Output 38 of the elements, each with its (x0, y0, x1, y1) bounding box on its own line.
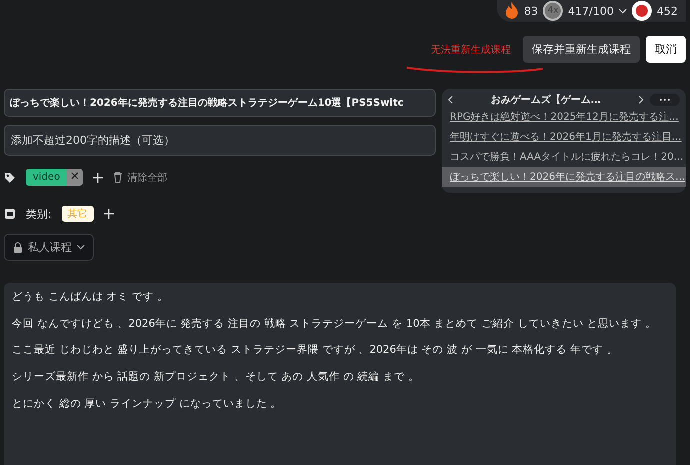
record-icon (632, 1, 652, 21)
title-field[interactable]: ぼっちで楽しい！2026年に発売する注目の戦略ストラテジーゲーム10選【PS5Switc (4, 89, 436, 117)
playlist-title: おみゲームズ【ゲーム… (490, 94, 602, 107)
clear-all-link[interactable]: 清除全部 (127, 170, 168, 184)
streak-count: 83 (524, 4, 538, 18)
category-badge: 其它 (62, 206, 94, 222)
transcript-paragraph: とにかく 総の 厚い ラインナップ になっていました 。 (12, 398, 283, 412)
playlist-item[interactable]: コスパで勝負！AAAタイトルに疲れたらコレ！20… (442, 147, 686, 167)
trash-icon[interactable] (113, 172, 124, 183)
category-icon (4, 208, 16, 220)
chevron-right-icon[interactable] (639, 96, 644, 104)
remove-tag-button[interactable] (67, 169, 84, 186)
playlist-item[interactable]: ぼっちで楽しい！2026年に発売する注目の戦略ス… (442, 167, 686, 187)
cancel-button[interactable]: 取消 (646, 36, 686, 63)
playlist-item[interactable]: 年明けすぐに遊べる！2026年1月に発売する注目… (442, 127, 686, 147)
save-button[interactable]: 保存并重新生成课程 (523, 36, 640, 63)
add-category-icon[interactable] (104, 209, 114, 219)
chevron-down-icon (77, 245, 85, 250)
chevron-down-icon[interactable] (619, 8, 627, 14)
error-message: 无法重新生成课程 (431, 44, 511, 56)
more-icon[interactable] (650, 94, 680, 106)
points-count: 452 (657, 4, 678, 18)
description-field[interactable]: 添加不超过200字的描述（可选） (4, 125, 436, 156)
transcript-paragraph: シリーズ最新作 から 話題の 新プロジェクト 、そして あの 人気作 の 続編 まで 。 (12, 370, 420, 385)
visibility-dropdown[interactable]: 私人课程 (4, 234, 94, 261)
progress-count[interactable]: 417/100 (568, 4, 614, 18)
lock-icon (13, 242, 23, 253)
playlist-item[interactable]: RPG好きは絶対遊べ！2025年12月に発売する注… (442, 107, 686, 127)
close-icon (71, 172, 80, 180)
category-label: 类别: (26, 206, 52, 222)
chevron-left-icon[interactable] (448, 96, 453, 104)
flame-icon (505, 2, 520, 20)
transcript-paragraph: ここ最近 じわじわと 盛り上がってきている ストラテジー界隈 ですが 、2026年は その 波 が 一気に 本格化する 年です 。 (12, 344, 619, 358)
tag-icon (4, 172, 16, 184)
transcript-paragraph: どうも こんばんは オミ です 。 (12, 291, 170, 305)
transcript-paragraph: 今回 なんですけども 、2026年に 発売する 注目の 戦略 ストラテジーゲーム を 10本 まとめて ご紹介 していきたい と思います 。 (12, 318, 658, 332)
add-tag-icon[interactable] (93, 172, 104, 182)
tag-chip: video (26, 169, 68, 186)
